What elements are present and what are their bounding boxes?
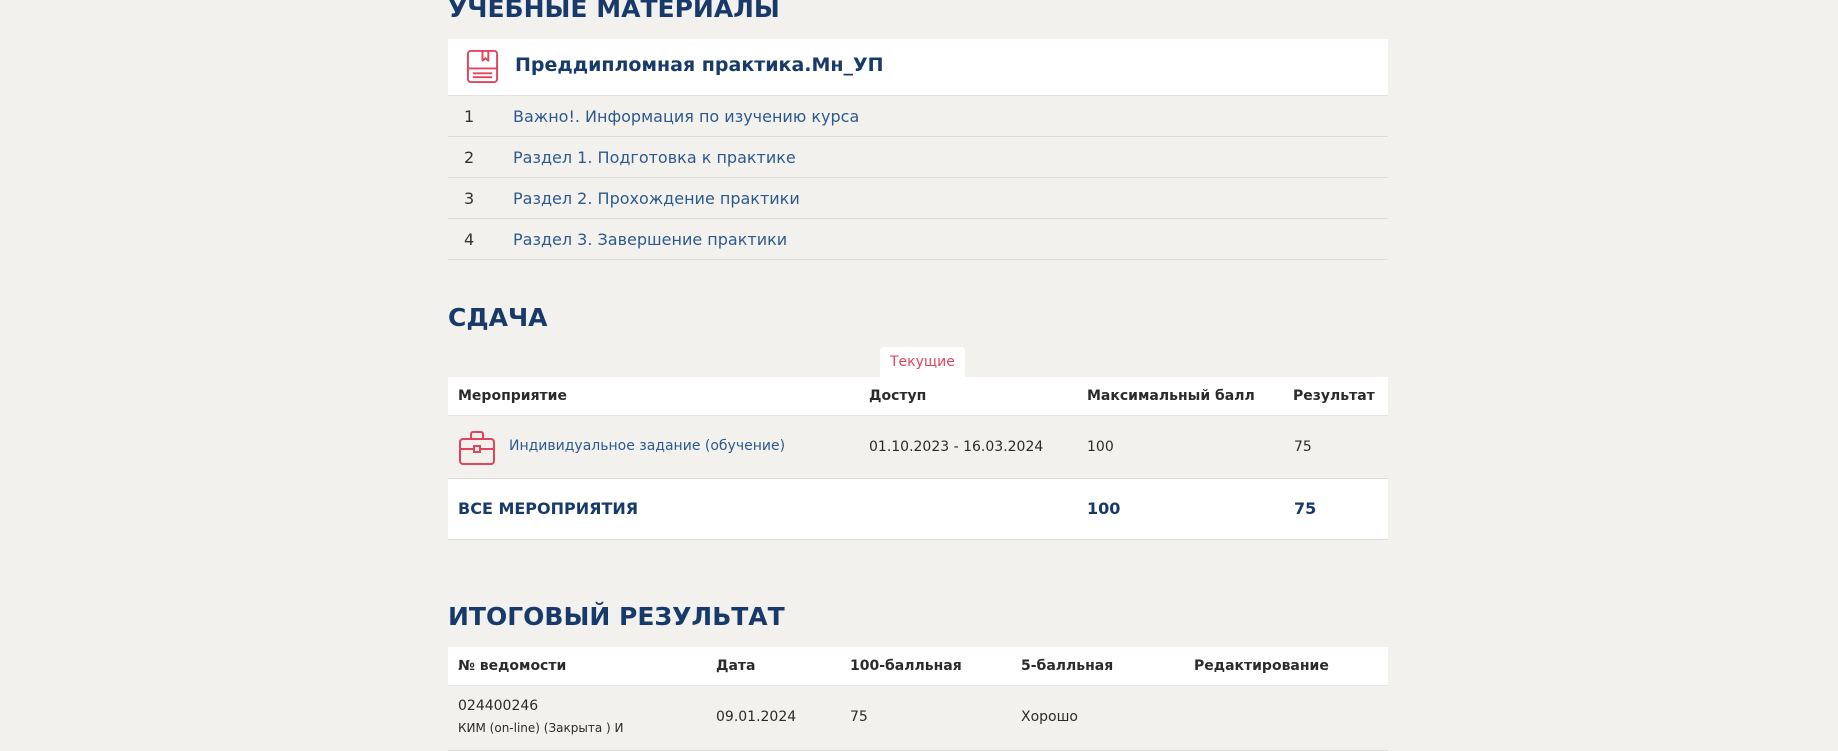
- main-content: УЧЕБНЫЕ МАТЕРИАЛЫ Преддипломная практика…: [448, 0, 1388, 751]
- col-edit: Редактирование: [1194, 658, 1329, 674]
- list-item: 1 Важно!. Информация по изучению курса: [448, 96, 1388, 137]
- total-label: ВСЕ МЕРОПРИЯТИЯ: [458, 499, 639, 518]
- table-header: № ведомости Дата 100-балльная 5-балльная…: [448, 647, 1388, 686]
- final-title: ИТОГОВЫЙ РЕЗУЛЬТАТ: [448, 602, 785, 631]
- total-result: 75: [1294, 499, 1317, 518]
- col-result: Результат: [1293, 388, 1375, 404]
- briefcase-icon: [459, 431, 495, 465]
- event-link[interactable]: Индивидуальное задание (обучение): [509, 438, 785, 454]
- max-score: 100: [1087, 439, 1114, 455]
- item-number: 1: [464, 107, 475, 126]
- col-event: Мероприятие: [458, 388, 567, 404]
- tab-current[interactable]: Текущие: [880, 347, 965, 377]
- total-max-score: 100: [1087, 499, 1121, 518]
- item-number: 2: [464, 148, 475, 167]
- statement-note: КИМ (on-line) (Закрыта ) И: [458, 721, 624, 735]
- statement-number: 024400246: [458, 698, 539, 714]
- total-row: ВСЕ МЕРОПРИЯТИЯ 100 75: [448, 479, 1388, 540]
- list-item: 4 Раздел 3. Завершение практики: [448, 219, 1388, 260]
- materials-title: УЧЕБНЫЕ МАТЕРИАЛЫ: [448, 0, 780, 23]
- item-number: 3: [464, 189, 475, 208]
- materials-list: 1 Важно!. Информация по изучению курса 2…: [448, 96, 1388, 260]
- final-score5: Хорошо: [1021, 709, 1078, 725]
- list-item: 2 Раздел 1. Подготовка к практике: [448, 137, 1388, 178]
- table-row: 024400246 КИМ (on-line) (Закрыта ) И 09.…: [448, 686, 1388, 751]
- submission-table: Мероприятие Доступ Максимальный балл Рез…: [448, 377, 1388, 540]
- col-date: Дата: [716, 658, 756, 674]
- result: 75: [1294, 439, 1312, 455]
- submission-title: СДАЧА: [448, 303, 548, 332]
- col-max-score: Максимальный балл: [1087, 388, 1255, 404]
- course-title[interactable]: Преддипломная практика.Мн_УП: [515, 54, 884, 76]
- list-item: 3 Раздел 2. Прохождение практики: [448, 178, 1388, 219]
- course-card[interactable]: Преддипломная практика.Мн_УП: [448, 39, 1388, 96]
- table-header: Мероприятие Доступ Максимальный балл Рез…: [448, 377, 1388, 416]
- col-statement: № ведомости: [458, 658, 567, 674]
- book-icon: [466, 49, 499, 84]
- table-row: Индивидуальное задание (обучение) 01.10.…: [448, 416, 1388, 479]
- final-date: 09.01.2024: [716, 709, 797, 725]
- item-number: 4: [464, 230, 475, 249]
- material-link[interactable]: Раздел 1. Подготовка к практике: [513, 148, 796, 167]
- col-score5: 5-балльная: [1021, 658, 1114, 674]
- material-link[interactable]: Раздел 2. Прохождение практики: [513, 189, 800, 208]
- col-access: Доступ: [869, 388, 927, 404]
- final-score100: 75: [850, 709, 868, 725]
- access-dates: 01.10.2023 - 16.03.2024: [869, 439, 1044, 455]
- material-link[interactable]: Важно!. Информация по изучению курса: [513, 107, 859, 126]
- col-score100: 100-балльная: [850, 658, 962, 674]
- material-link[interactable]: Раздел 3. Завершение практики: [513, 230, 787, 249]
- final-table: № ведомости Дата 100-балльная 5-балльная…: [448, 647, 1388, 751]
